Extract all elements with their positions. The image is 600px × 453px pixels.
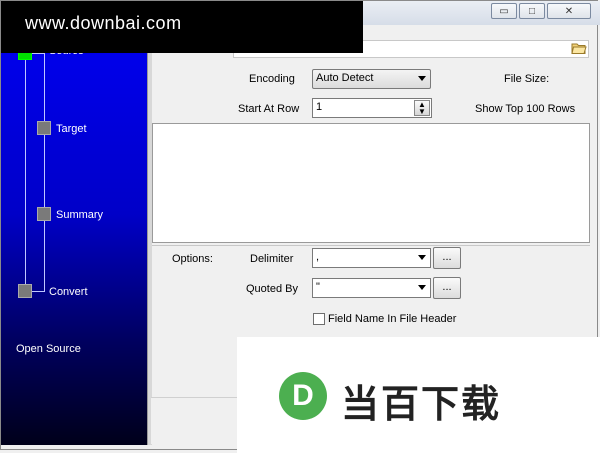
folder-open-icon[interactable] xyxy=(571,41,587,55)
open-source-label[interactable]: Open Source xyxy=(16,343,81,355)
tree-line xyxy=(44,53,45,291)
quoted-by-browse-button[interactable]: ... xyxy=(433,277,461,299)
encoding-label: Encoding xyxy=(249,73,295,85)
step-label-summary[interactable]: Summary xyxy=(56,209,103,221)
chevron-down-icon xyxy=(418,76,426,81)
start-row-value: 1 xyxy=(316,101,323,113)
logo-d-icon: D xyxy=(279,372,327,420)
data-preview-grid[interactable] xyxy=(152,123,590,243)
section-divider xyxy=(152,245,590,246)
show-top-rows-label: Show Top 100 Rows xyxy=(475,103,576,115)
step-label-target[interactable]: Target xyxy=(56,123,87,135)
chevron-down-icon xyxy=(418,285,426,290)
step-marker-target[interactable] xyxy=(37,121,51,135)
step-marker-summary[interactable] xyxy=(37,207,51,221)
app-window: ▭ □ ✕ Source Target Summary Convert Open… xyxy=(0,0,600,453)
step-label-convert[interactable]: Convert xyxy=(49,286,88,298)
options-label: Options: xyxy=(172,253,213,265)
close-button[interactable]: ✕ xyxy=(547,3,591,19)
watermark-logo-panel: D 当百下载 xyxy=(237,337,600,453)
quoted-by-value: " xyxy=(316,281,320,293)
chevron-down-icon xyxy=(418,255,426,260)
close-icon: ✕ xyxy=(564,5,574,17)
quoted-by-select[interactable]: " xyxy=(312,278,431,298)
delimiter-select[interactable]: , xyxy=(312,248,431,268)
delimiter-browse-button[interactable]: ... xyxy=(433,247,461,269)
tree-line xyxy=(25,53,26,291)
field-name-header-label[interactable]: Field Name In File Header xyxy=(328,313,456,325)
field-name-header-checkbox[interactable] xyxy=(313,313,325,325)
minimize-icon: ▭ xyxy=(499,5,509,17)
watermark-url: www.downbai.com xyxy=(25,13,182,33)
start-row-label: Start At Row xyxy=(238,103,300,115)
delimiter-label: Delimiter xyxy=(250,253,294,265)
encoding-value: Auto Detect xyxy=(316,72,374,84)
maximize-icon: □ xyxy=(528,5,536,17)
watermark-banner: www.downbai.com xyxy=(1,1,363,53)
minimize-button[interactable]: ▭ xyxy=(491,3,517,19)
logo-text: 当百下载 xyxy=(341,382,502,426)
encoding-select[interactable]: Auto Detect xyxy=(312,69,431,89)
wizard-sidebar: Source Target Summary Convert Open Sourc… xyxy=(1,25,147,445)
delimiter-value: , xyxy=(316,251,320,263)
step-marker-convert[interactable] xyxy=(18,284,32,298)
maximize-button[interactable]: □ xyxy=(519,3,545,19)
quoted-by-label: Quoted By xyxy=(246,283,298,295)
spin-updown-icon[interactable]: ▲ ▼ xyxy=(414,100,430,116)
file-size-label: File Size: xyxy=(504,73,550,85)
start-row-spinner[interactable]: 1 ▲ ▼ xyxy=(312,98,432,118)
